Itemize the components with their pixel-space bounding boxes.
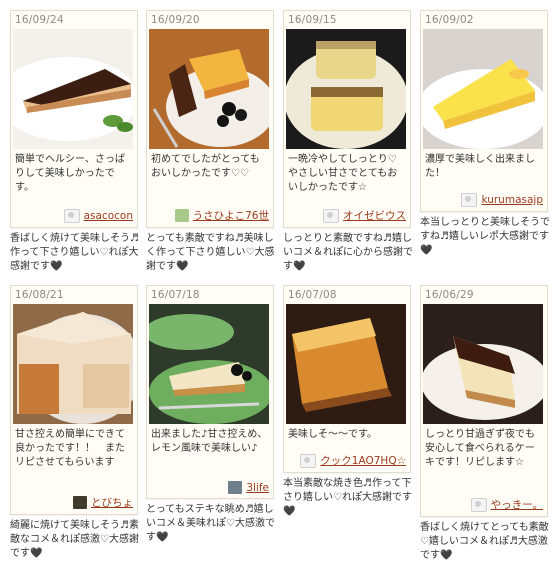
author-reply: 香ばしく焼けて美味しそう♬作って下さり嬉しい♡れぽ大感謝です🖤 xyxy=(10,233,139,272)
report-user[interactable]: とびちょ xyxy=(73,495,133,510)
author-reply: 本当しっとりと美味しそうですね♬嬉しいレポ大感謝です🖤 xyxy=(420,217,550,256)
default-avatar-icon xyxy=(461,193,478,207)
username-link[interactable]: やっきー。 xyxy=(491,497,543,512)
report-photo[interactable] xyxy=(423,304,543,424)
report-card[interactable]: 16/09/02 濃厚で美味しく出来ました！ kurumasajp xyxy=(420,10,548,212)
report-date: 16/06/29 xyxy=(425,289,474,301)
default-avatar-icon xyxy=(323,208,339,223)
report-date: 16/09/24 xyxy=(15,14,64,26)
report-date: 16/07/18 xyxy=(151,289,200,301)
author-reply: 綺麗に焼けて美味しそう♬素敵なコメ＆れぽ感激♡大感謝です🖤 xyxy=(10,520,139,559)
report-card[interactable]: 16/07/18 出来ました♪甘さ控えめ、レモン風味で美味しい♪ 3life xyxy=(146,285,274,499)
default-avatar-icon xyxy=(63,209,80,223)
user-photo-icon xyxy=(174,209,189,222)
username-link[interactable]: 3life xyxy=(246,482,269,494)
report-user[interactable]: クック1AO7HQ☆ xyxy=(300,453,406,468)
username-link[interactable]: とびちょ xyxy=(91,495,133,510)
user-photo-icon xyxy=(73,496,87,509)
report-photo[interactable] xyxy=(13,29,133,149)
author-reply: 香ばしく焼けてとっても素敵♡嬉しいコメ＆れぽ♬大感激です🖤 xyxy=(420,522,549,561)
report-date: 16/09/02 xyxy=(425,14,474,26)
author-reply: 本当素敵な焼き色♬作って下さり嬉しい♡れぽ大感謝です🖤 xyxy=(283,478,412,517)
report-text: 一晩冷やしてしっとり♡やさしい甘さでとてもおいしかったです☆ xyxy=(288,154,398,193)
report-card[interactable]: 16/08/21 甘さ控えめ簡単にできて良かったです！！ またリピさせてもらいま… xyxy=(10,285,138,515)
report-text: 甘さ控えめ簡単にできて良かったです！！ またリピさせてもらいます xyxy=(15,429,125,468)
report-user[interactable]: やっきー。 xyxy=(470,497,543,512)
username-link[interactable]: asacocon xyxy=(84,210,133,222)
username-link[interactable]: クック1AO7HQ☆ xyxy=(320,453,406,468)
report-user[interactable]: うさひよこ76世 xyxy=(174,208,269,223)
cheesecake-photo xyxy=(149,304,269,424)
report-card[interactable]: 16/09/15 一晩冷やしてしっとり♡やさしい甘さでとてもおいしかったです☆ … xyxy=(283,10,411,228)
cheesecake-photo xyxy=(286,304,406,424)
report-card[interactable]: 16/09/24 簡単でヘルシー、さっぱりして美味しかったです。 asacoco… xyxy=(10,10,138,228)
author-reply: とってもステキな眺め♬嬉しいコメ＆美味れぽ♡大感激です🖤 xyxy=(146,504,275,543)
report-date: 16/09/20 xyxy=(151,14,200,26)
report-text: 初めてでしたがとってもおいしかったです♡♡ xyxy=(151,154,260,179)
report-text: 濃厚で美味しく出来ました！ xyxy=(425,154,535,179)
report-user[interactable]: 3life xyxy=(228,481,269,494)
report-text: しっとり甘過ぎず夜でも安心して食べられるケーキです！リピします☆ xyxy=(425,429,535,468)
report-card[interactable]: 16/09/20 初めてでしたがとってもおいしかったです♡♡ うさひよこ76世 xyxy=(146,10,274,228)
author-reply: とっても素敵ですね♬美味しく作って下さり嬉しい♡大感謝です🖤 xyxy=(146,233,275,272)
cheesecake-photo xyxy=(423,29,543,149)
user-photo-icon xyxy=(228,481,243,494)
report-date: 16/08/21 xyxy=(15,289,64,301)
report-photo[interactable] xyxy=(286,304,406,424)
cheesecake-photo xyxy=(13,29,133,149)
report-photo[interactable] xyxy=(286,29,406,149)
report-user[interactable]: オイゼビウス xyxy=(323,208,406,223)
username-link[interactable]: オイゼビウス xyxy=(343,208,406,223)
default-avatar-icon xyxy=(470,497,487,512)
tsukurepo-grid: 16/09/24 簡単でヘルシー、さっぱりして美味しかったです。 asacoco… xyxy=(0,0,560,569)
report-text: 美味しそ〜〜です。 xyxy=(288,429,377,440)
report-text: 出来ました♪甘さ控えめ、レモン風味で美味しい♪ xyxy=(151,429,268,454)
report-date: 16/09/15 xyxy=(288,14,337,26)
cheesecake-photo xyxy=(149,29,269,149)
report-card[interactable]: 16/06/29 しっとり甘過ぎず夜でも安心して食べられるケーキです！リピします… xyxy=(420,285,548,517)
default-avatar-icon xyxy=(300,453,317,468)
cheesecake-photo xyxy=(13,304,133,424)
report-photo[interactable] xyxy=(149,304,269,424)
username-link[interactable]: うさひよこ76世 xyxy=(193,208,269,223)
cheesecake-photo xyxy=(423,304,543,424)
report-user[interactable]: asacocon xyxy=(63,209,133,223)
report-photo[interactable] xyxy=(423,29,543,149)
author-reply: しっとりと素敵ですね♬嬉しいコメ＆れぽに心から感謝です🖤 xyxy=(283,233,413,272)
report-card[interactable]: 16/07/08 美味しそ〜〜です。 クック1AO7HQ☆ xyxy=(283,285,411,473)
report-photo[interactable] xyxy=(13,304,133,424)
username-link[interactable]: kurumasajp xyxy=(481,194,543,206)
report-date: 16/07/08 xyxy=(288,289,337,301)
cheesecake-photo xyxy=(286,29,406,149)
report-text: 簡単でヘルシー、さっぱりして美味しかったです。 xyxy=(15,154,125,193)
report-user[interactable]: kurumasajp xyxy=(461,193,543,207)
report-photo[interactable] xyxy=(149,29,269,149)
